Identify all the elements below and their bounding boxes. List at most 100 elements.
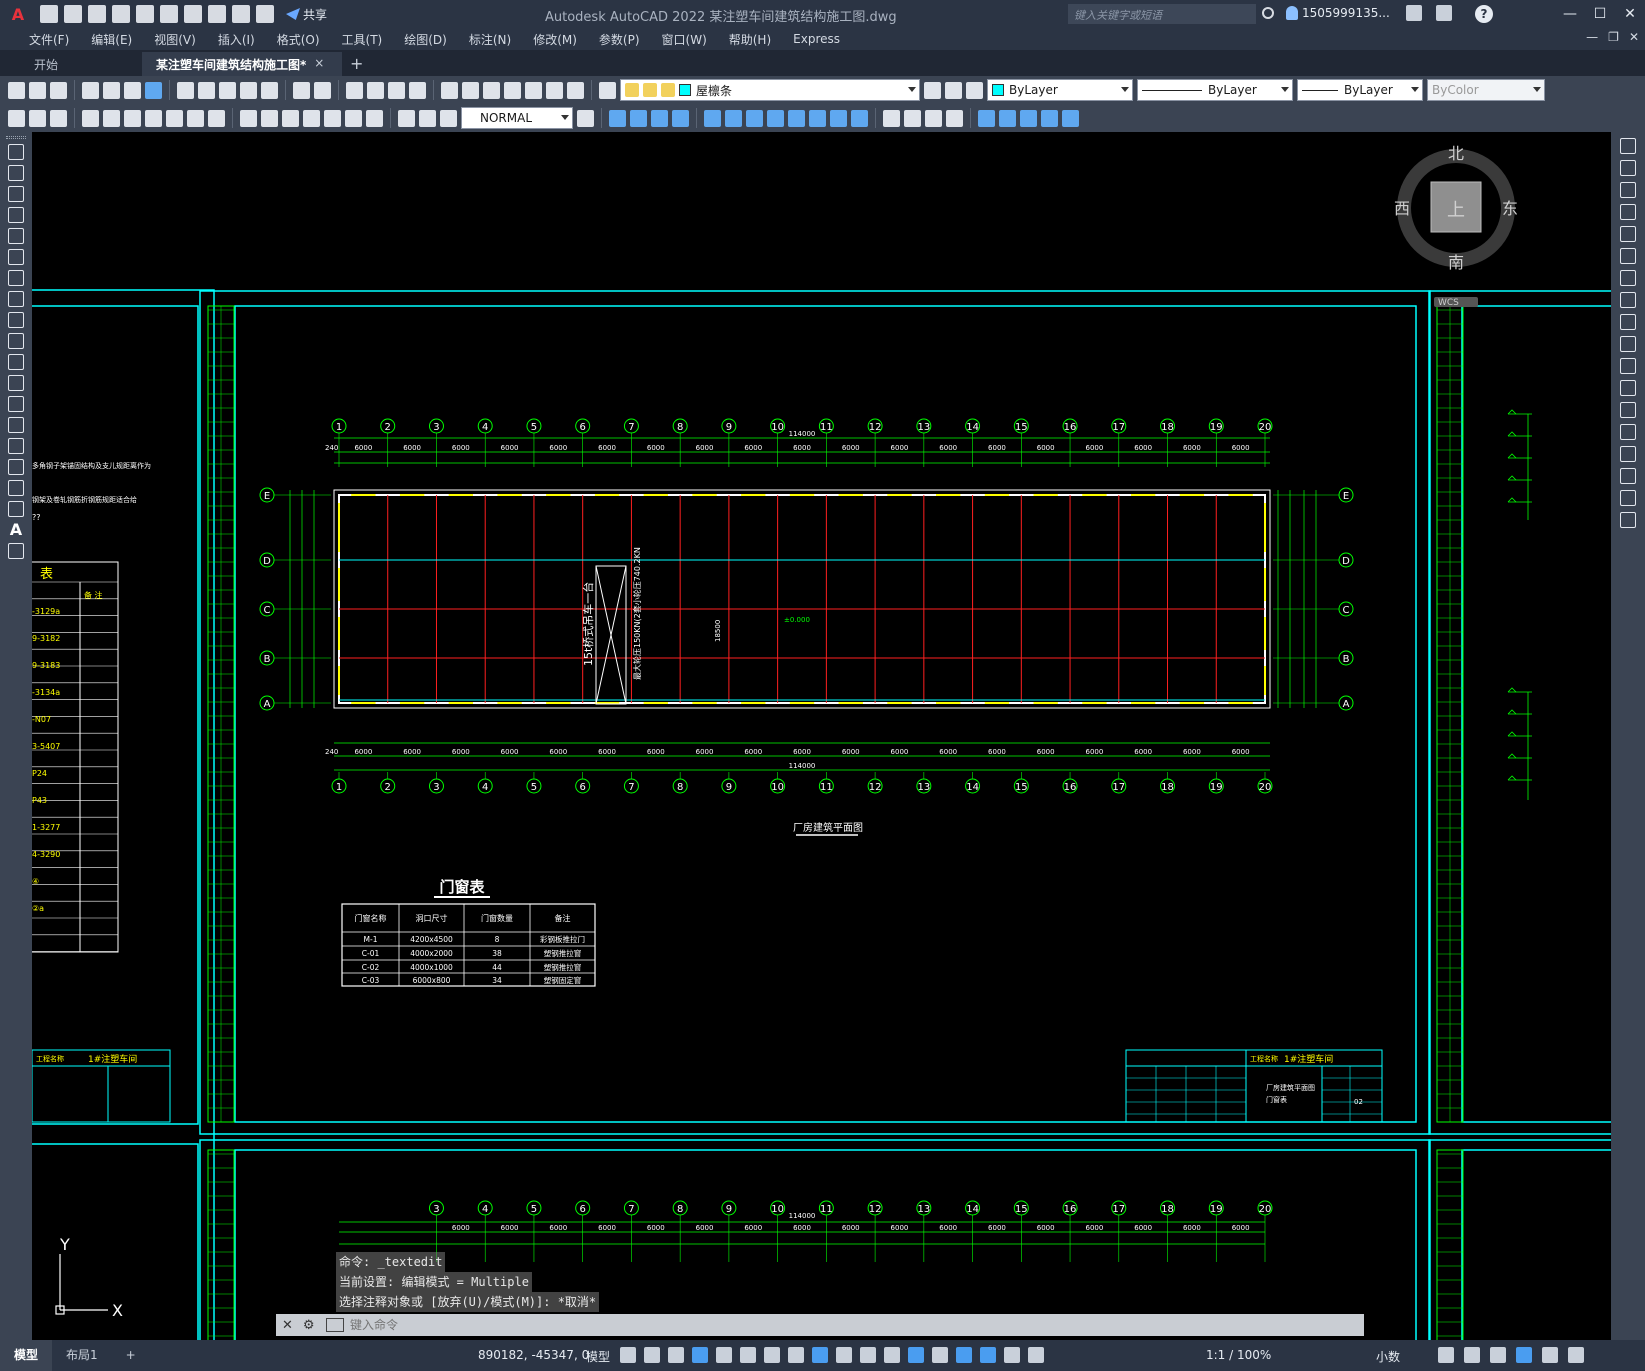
dim-baseline-icon[interactable] [103, 109, 120, 127]
menu-format[interactable]: 格式(O) [266, 31, 331, 48]
autocad-logo[interactable]: A [0, 0, 36, 28]
dim-diameter-icon[interactable] [187, 109, 204, 127]
dimstyle-dropdown[interactable]: NORMAL [461, 107, 573, 129]
menu-view[interactable]: 视图(V) [143, 31, 207, 48]
menu-help[interactable]: 帮助(H) [718, 31, 782, 48]
polygon-icon[interactable] [8, 207, 24, 223]
layer-states-icon[interactable] [966, 81, 983, 99]
menu-window[interactable]: 窗口(W) [651, 31, 718, 48]
paste-icon[interactable] [219, 81, 236, 99]
erase-icon[interactable] [946, 109, 963, 127]
cut-icon[interactable] [177, 81, 194, 99]
copy-object-icon[interactable] [609, 109, 626, 127]
search-input[interactable]: 键入关键字或短语 [1068, 4, 1256, 24]
new-icon[interactable] [8, 81, 25, 99]
menu-file[interactable]: 文件(F) [18, 31, 80, 48]
autodesk-app-icon[interactable] [1436, 5, 1452, 21]
spline-icon[interactable] [8, 312, 24, 328]
gizmo-icon[interactable] [980, 1347, 996, 1363]
plot-icon[interactable] [82, 81, 99, 99]
dim-jogged-icon[interactable] [124, 109, 141, 127]
copy-icon[interactable] [198, 81, 215, 99]
graphics-performance-icon[interactable] [1516, 1347, 1532, 1363]
draw-order-icon[interactable] [978, 109, 995, 127]
erase-icon[interactable] [1620, 138, 1636, 154]
stretch-icon[interactable] [767, 109, 784, 127]
object-snap-icon[interactable] [812, 1347, 828, 1363]
lineweight-dropdown[interactable]: ByLayer [1297, 79, 1423, 101]
rectangle-icon[interactable] [8, 228, 24, 244]
dim-edit-icon[interactable] [398, 109, 415, 127]
trim-icon[interactable] [788, 109, 805, 127]
offset-icon[interactable] [1620, 204, 1636, 220]
redo-icon[interactable] [232, 5, 250, 23]
print-icon[interactable] [184, 5, 202, 23]
scale-icon[interactable] [1620, 292, 1636, 308]
auto-scale-icon[interactable] [1028, 1347, 1044, 1363]
extend-icon[interactable] [1620, 358, 1636, 374]
viewcube-west[interactable]: 西 [1394, 199, 1410, 218]
new-icon[interactable] [40, 5, 58, 23]
polyline-icon[interactable] [8, 186, 24, 202]
layer-properties-icon[interactable] [599, 81, 616, 99]
doc-minimize-button[interactable]: — [1586, 30, 1598, 44]
dim-style-icon[interactable] [577, 109, 594, 127]
dim-angular-icon[interactable] [208, 109, 225, 127]
model-space-toggle[interactable]: 模型 [586, 1348, 610, 1365]
ellipse-arc-icon[interactable] [8, 354, 24, 370]
scale-icon[interactable] [746, 109, 763, 127]
line-icon[interactable] [8, 144, 24, 160]
zoom-previous-icon[interactable] [409, 81, 426, 99]
tab-start[interactable]: 开始 [0, 52, 142, 76]
send-back-icon[interactable] [1020, 109, 1037, 127]
rotate-icon[interactable] [1620, 270, 1636, 286]
isolate-objects-icon[interactable] [1490, 1347, 1506, 1363]
model-space[interactable]: 表 备 注 -3129a 9-3182 9-3183 -3134a -N07 3-5407… [32, 132, 1611, 1340]
pan-icon[interactable] [346, 81, 363, 99]
tab-layout1[interactable]: 布局1 [52, 1340, 112, 1371]
make-block-icon[interactable] [8, 396, 24, 412]
viewcube-south[interactable]: 南 [1448, 253, 1464, 272]
center-mark-icon[interactable] [324, 109, 341, 127]
3d-dwf-icon[interactable] [145, 81, 162, 99]
bring-front-icon[interactable] [999, 109, 1016, 127]
make-current-layer-icon[interactable] [924, 81, 941, 99]
maximize-button[interactable]: ☐ [1585, 0, 1615, 28]
user-account[interactable]: 1505999135... [1286, 6, 1390, 20]
dim-radius-icon[interactable] [166, 109, 183, 127]
customize-icon[interactable]: ⚙ [303, 1318, 315, 1333]
multiline-text-icon[interactable]: A [8, 522, 24, 538]
menu-tools[interactable]: 工具(T) [331, 31, 394, 48]
gradient-icon[interactable] [8, 459, 24, 475]
ellipse-icon[interactable] [8, 333, 24, 349]
menu-modify[interactable]: 修改(M) [522, 31, 588, 48]
clean-screen-icon[interactable] [1542, 1347, 1558, 1363]
array-icon[interactable] [1620, 226, 1636, 242]
coordinate-readout[interactable]: 890182, -45347, 0 [478, 1348, 589, 1362]
add-layout-button[interactable]: + [112, 1340, 150, 1371]
zoom-window-icon[interactable] [388, 81, 405, 99]
doc-restore-button[interactable]: ❐ [1608, 30, 1619, 44]
lock-ui-icon[interactable] [1464, 1347, 1480, 1363]
properties-icon[interactable] [441, 81, 458, 99]
help-icon[interactable] [567, 81, 584, 99]
quick-properties-icon[interactable] [1438, 1347, 1454, 1363]
close-icon[interactable]: ✕ [282, 1318, 293, 1333]
3d-osnap-icon[interactable] [908, 1347, 924, 1363]
dim-space-icon[interactable] [261, 109, 278, 127]
dim-text-edit-icon[interactable] [419, 109, 436, 127]
copy-icon[interactable] [1620, 160, 1636, 176]
zoom-realtime-icon[interactable] [367, 81, 384, 99]
transparency-icon[interactable] [860, 1347, 876, 1363]
tab-model[interactable]: 模型 [0, 1340, 53, 1371]
markup-icon[interactable] [525, 81, 542, 99]
menu-parametric[interactable]: 参数(P) [588, 31, 651, 48]
minimize-button[interactable]: — [1555, 0, 1585, 28]
dynamic-ucs-icon[interactable] [932, 1347, 948, 1363]
arc-icon[interactable] [8, 249, 24, 265]
match-properties-icon[interactable] [240, 81, 257, 99]
stretch-icon[interactable] [1620, 314, 1636, 330]
annotation-scale[interactable]: 1:1 / 100% [1206, 1348, 1271, 1362]
dim-linear-icon[interactable] [8, 109, 25, 127]
plotstyle-dropdown[interactable]: ByColor [1427, 79, 1545, 101]
